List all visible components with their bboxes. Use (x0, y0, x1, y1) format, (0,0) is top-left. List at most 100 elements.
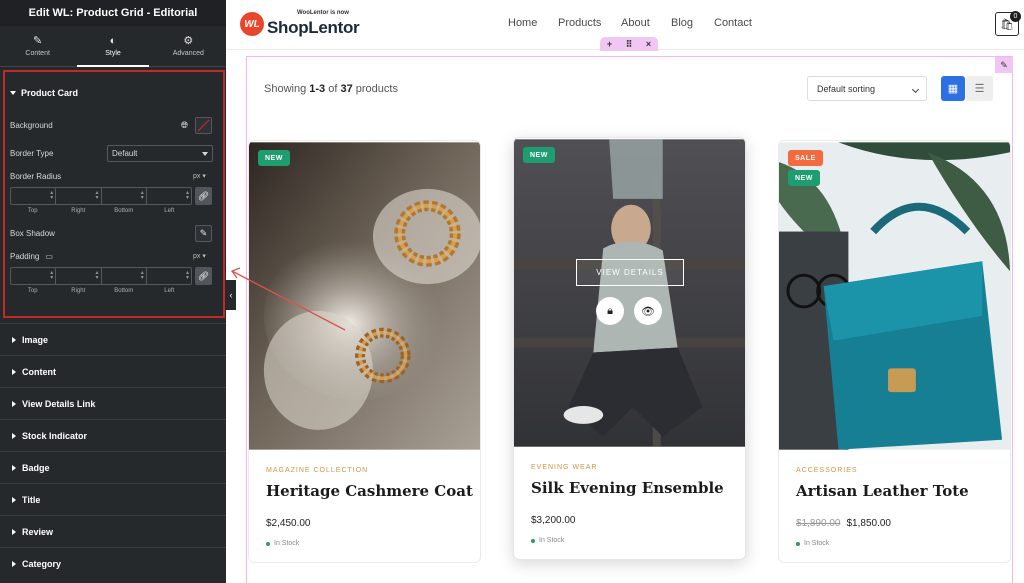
padding-link-button[interactable]: 🔗︎ (195, 267, 212, 285)
padding-dim-labels: Top Right Bottom Left (10, 288, 192, 294)
product-card[interactable]: NEW EVENING WEAR Silk Evening Ensemble $… (513, 137, 746, 560)
view-details-button[interactable]: VIEW DETAILS (576, 259, 684, 286)
sale-badge: SALE (788, 150, 823, 166)
tab-style[interactable]: ◐ Style (75, 26, 150, 67)
padding-label-row: Padding ▭ (10, 252, 53, 261)
list-view-button[interactable]: ☰ (966, 76, 993, 101)
section-review[interactable]: Review (0, 515, 226, 547)
nav-blog[interactable]: Blog (671, 17, 693, 29)
chevron-down-icon (202, 152, 208, 156)
chevron-down-icon (911, 85, 920, 94)
section-stock-indicator[interactable]: Stock Indicator (0, 419, 226, 451)
dim-label-right: Right (71, 208, 86, 214)
product-price: $1,890.00 $1,850.00 (796, 518, 891, 529)
tab-advanced[interactable]: ⚙ Advanced (151, 26, 226, 66)
border-radius-left-input[interactable]: ▴ ▾ (147, 188, 191, 204)
border-type-select[interactable]: Default (107, 145, 213, 162)
product-category[interactable]: MAGAZINE COLLECTION (266, 467, 368, 474)
product-category[interactable]: ACCESSORIES (796, 467, 858, 474)
section-product-card[interactable]: Product Card (10, 88, 78, 98)
quick-view-button[interactable]: 👁︎ (634, 297, 662, 325)
site-logo[interactable]: WL WooLentor is now ShopLentor (240, 10, 360, 38)
caret-right-icon (12, 528, 16, 535)
collapse-panel-button[interactable]: ‹ (226, 280, 236, 310)
border-radius-bottom-input[interactable]: ▴ ▾ (102, 188, 147, 204)
globe-icon[interactable]: 🌐︎ (176, 117, 193, 134)
border-radius-right-input[interactable]: ▴ ▾ (56, 188, 102, 204)
desktop-icon[interactable]: ▭ (45, 252, 53, 261)
padding-unit[interactable]: px ▾ (193, 252, 206, 260)
padding-right-input[interactable]: ▴ ▾ (56, 268, 102, 284)
section-view-details-link[interactable]: View Details Link (0, 387, 226, 419)
result-count-suffix: products (352, 83, 398, 95)
nav-contact[interactable]: Contact (714, 17, 752, 29)
nav-home[interactable]: Home (508, 17, 537, 29)
eye-icon: 👁︎ (641, 305, 655, 318)
caret-right-icon (12, 560, 16, 567)
product-image-handbag[interactable] (779, 141, 1010, 451)
current-price: $1,850.00 (846, 518, 892, 529)
panel-title: Edit WL: Product Grid - Editorial (0, 0, 226, 26)
padding-bottom-input[interactable]: ▴ ▾ (102, 268, 147, 284)
caret-right-icon (12, 432, 16, 439)
section-image-label: Image (22, 334, 49, 345)
padding-left-input[interactable]: ▴ ▾ (147, 268, 191, 284)
section-category-label: Category (22, 558, 62, 569)
stock-text: In Stock (274, 540, 300, 547)
result-count-prefix: Showing (264, 83, 310, 95)
quick-add-button[interactable]: 🔒︎ (596, 297, 624, 325)
background-label: Background (10, 121, 53, 130)
product-image-model[interactable] (514, 138, 745, 448)
sort-select[interactable]: Default sorting (807, 76, 927, 101)
nav-products[interactable]: Products (558, 17, 601, 29)
section-edit-toolbar: + ⠿ × (600, 37, 658, 51)
section-image[interactable]: Image (0, 323, 226, 355)
background-color-swatch[interactable] (195, 117, 212, 134)
border-radius-top-input[interactable]: ▴ ▾ (11, 188, 57, 204)
stock-text: In Stock (804, 540, 830, 547)
result-total: 37 (340, 83, 353, 95)
section-category[interactable]: Category (0, 547, 226, 579)
panel-tabs: ✎ Content ◐ Style ⚙ Advanced (0, 26, 226, 67)
grid-icon: ▦ (947, 83, 959, 95)
link-values-button[interactable]: 🔗︎ (195, 187, 212, 205)
border-radius-unit[interactable]: px ▾ (193, 172, 206, 180)
section-badge[interactable]: Badge (0, 451, 226, 483)
product-price: $2,450.00 (266, 518, 311, 529)
logo-mark: WL (240, 12, 264, 36)
grid-view-button[interactable]: ▦ (941, 76, 965, 101)
dim-label-left: Left (164, 208, 175, 214)
product-image-rings[interactable] (249, 141, 480, 451)
add-icon[interactable]: + (607, 39, 612, 49)
dim-label-top: Top (27, 288, 38, 294)
list-icon: ☰ (974, 83, 985, 95)
dim-label-right: Right (71, 288, 86, 294)
caret-right-icon (12, 464, 16, 471)
product-title[interactable]: Silk Evening Ensemble (531, 479, 724, 497)
section-title[interactable]: Title (0, 483, 226, 515)
close-icon[interactable]: × (646, 39, 651, 49)
box-shadow-label: Box Shadow (10, 229, 55, 238)
border-type-value: Default (112, 149, 138, 158)
editor-sidebar: Edit WL: Product Grid - Editorial ✎ Cont… (0, 0, 226, 583)
product-category[interactable]: EVENING WEAR (531, 464, 597, 471)
cart-count-badge: 0 (1010, 11, 1021, 22)
section-content[interactable]: Content (0, 355, 226, 387)
drag-handle-icon[interactable]: ⠿ (626, 39, 633, 50)
nav-about[interactable]: About (621, 17, 650, 29)
section-badge-label: Badge (22, 462, 50, 473)
box-shadow-edit-button[interactable]: ✎ (195, 225, 212, 242)
padding-top-input[interactable]: ▴ ▾ (11, 268, 57, 284)
edit-widget-button[interactable]: ✎ (995, 57, 1013, 73)
product-title[interactable]: Heritage Cashmere Coat (266, 482, 473, 500)
product-card[interactable]: NEW MAGAZINE COLLECTION Heritage Cashmer… (248, 140, 481, 563)
result-count-mid: of (325, 83, 341, 95)
logo-tagline: WooLentor is now (297, 10, 349, 16)
padding-inputs: ▴ ▾ ▴ ▾ ▴ ▾ ▴ ▾ (10, 267, 192, 285)
tab-content[interactable]: ✎ Content (0, 26, 75, 66)
stock-indicator: In Stock (266, 540, 299, 547)
chevron-left-icon: ‹ (229, 290, 233, 300)
product-card[interactable]: SALE NEW ACCESSORIES Artisan Leather Tot… (778, 140, 1011, 563)
product-title[interactable]: Artisan Leather Tote (796, 482, 969, 500)
caret-right-icon (12, 496, 16, 503)
